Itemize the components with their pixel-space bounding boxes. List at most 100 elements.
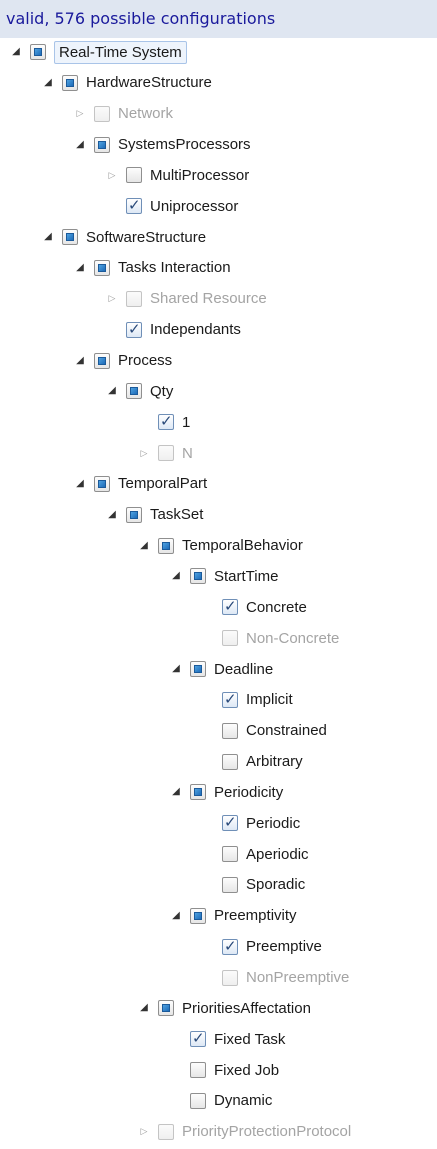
tree-node-priorityprotectionprotocol[interactable]: ▷ PriorityProtectionProtocol <box>137 1117 352 1147</box>
unchecked-checkbox[interactable] <box>222 876 238 893</box>
tree-node-fixed-task[interactable]: Fixed Task <box>190 1024 285 1054</box>
checked-checkbox[interactable] <box>222 937 238 955</box>
tree-node-concrete[interactable]: Concrete <box>222 592 307 622</box>
expand-arrow-icon[interactable]: ▷ <box>105 168 119 182</box>
tree-node-starttime[interactable]: ◢ StartTime <box>169 561 278 591</box>
tree-node-systemsprocessors[interactable]: ◢ SystemsProcessors <box>73 130 251 160</box>
unchecked-checkbox[interactable] <box>222 969 238 986</box>
tree-node-sporadic[interactable]: Sporadic <box>222 870 305 900</box>
tree-node-taskset[interactable]: ◢ TaskSet <box>105 500 203 530</box>
tree-node-label: StartTime <box>214 567 279 585</box>
partial-checkbox[interactable] <box>30 44 46 60</box>
tree-node-qty[interactable]: ◢ Qty <box>105 376 173 406</box>
tree-node-prioritiesaffectation[interactable]: ◢ PrioritiesAffectation <box>137 993 311 1023</box>
expand-arrow-icon[interactable]: ▷ <box>73 107 87 121</box>
tree-node-non-concrete[interactable]: Non-Concrete <box>222 623 339 653</box>
partial-checkbox[interactable] <box>62 229 78 246</box>
partial-checkbox[interactable] <box>190 907 206 924</box>
tree-node-implicit[interactable]: Implicit <box>222 685 293 715</box>
unchecked-checkbox[interactable] <box>190 1062 206 1079</box>
partial-checkbox[interactable] <box>94 136 110 153</box>
tree-node-periodic[interactable]: Periodic <box>222 808 300 838</box>
tree-node-label: Preemptivity <box>214 907 297 925</box>
unchecked-checkbox[interactable] <box>158 1123 174 1140</box>
tree-node-label: TaskSet <box>150 506 204 524</box>
collapse-arrow-icon[interactable]: ◢ <box>137 1001 151 1015</box>
tree-node-multiprocessor[interactable]: ▷ MultiProcessor <box>105 160 250 190</box>
tree-node-label: Dynamic <box>214 1092 273 1110</box>
tree-node-1[interactable]: 1 <box>158 407 190 437</box>
tree-node-aperiodic[interactable]: Aperiodic <box>222 839 309 869</box>
partial-checkbox[interactable] <box>158 537 174 554</box>
unchecked-checkbox[interactable] <box>222 846 238 863</box>
partial-checkbox[interactable] <box>190 661 206 677</box>
unchecked-checkbox[interactable] <box>222 722 238 739</box>
tree-node-label: Arbitrary <box>246 753 303 771</box>
tree-node-deadline[interactable]: ◢ Deadline <box>169 654 273 684</box>
collapse-arrow-icon[interactable]: ◢ <box>169 909 183 923</box>
checked-checkbox[interactable] <box>222 813 238 832</box>
tree-node-label: Process <box>118 352 173 369</box>
partial-checkbox[interactable] <box>94 259 110 276</box>
checked-checkbox[interactable] <box>126 196 142 215</box>
collapse-arrow-icon[interactable]: ◢ <box>137 539 151 553</box>
unchecked-checkbox[interactable] <box>190 1092 206 1109</box>
collapse-arrow-icon[interactable]: ◢ <box>41 230 55 244</box>
collapse-arrow-icon[interactable]: ◢ <box>169 569 183 583</box>
partial-checkbox[interactable] <box>62 74 78 91</box>
checked-checkbox[interactable] <box>126 320 142 338</box>
collapse-arrow-icon[interactable]: ◢ <box>73 477 87 491</box>
tree-node-temporalbehavior[interactable]: ◢ TemporalBehavior <box>137 531 303 561</box>
tree-node-arbitrary[interactable]: Arbitrary <box>222 747 303 777</box>
collapse-arrow-icon[interactable]: ◢ <box>73 138 87 152</box>
collapse-arrow-icon[interactable]: ◢ <box>105 384 119 398</box>
collapse-arrow-icon[interactable]: ◢ <box>73 354 87 368</box>
unchecked-checkbox[interactable] <box>94 105 110 122</box>
tree-node-fixed-job[interactable]: Fixed Job <box>190 1055 279 1085</box>
tree-node-label: SystemsProcessors <box>118 136 251 154</box>
tree-node-shared-resource[interactable]: ▷ Shared Resource <box>105 284 267 314</box>
expand-arrow-icon[interactable]: ▷ <box>105 292 119 306</box>
checked-checkbox[interactable] <box>190 1029 206 1048</box>
tree-node-softwarestructure[interactable]: ◢ SoftwareStructure <box>41 222 206 252</box>
checked-checkbox[interactable] <box>222 597 238 616</box>
tree-node-tasks-interaction[interactable]: ◢ Tasks Interaction <box>73 253 230 283</box>
tree-node-nonpreemptive[interactable]: NonPreemptive <box>222 963 349 993</box>
tree-node-process[interactable]: ◢ Process <box>73 346 172 376</box>
collapse-arrow-icon[interactable]: ◢ <box>41 76 55 90</box>
tree-node-independants[interactable]: Independants <box>126 315 241 345</box>
partial-checkbox[interactable] <box>158 1000 174 1017</box>
partial-checkbox[interactable] <box>190 784 206 801</box>
collapse-arrow-icon[interactable]: ◢ <box>169 662 183 676</box>
partial-checkbox[interactable] <box>126 383 142 400</box>
checked-checkbox[interactable] <box>158 412 174 431</box>
tree-node-uniprocessor[interactable]: Uniprocessor <box>126 191 238 221</box>
tree-node-n[interactable]: ▷ N <box>137 438 193 468</box>
partial-checkbox[interactable] <box>94 475 110 492</box>
unchecked-checkbox[interactable] <box>158 445 174 462</box>
unchecked-checkbox[interactable] <box>126 167 142 184</box>
expand-arrow-icon[interactable]: ▷ <box>137 1125 151 1139</box>
tree-node-constrained[interactable]: Constrained <box>222 716 327 746</box>
tree-node-label: Real-Time System <box>54 40 187 64</box>
collapse-arrow-icon[interactable]: ◢ <box>9 45 23 59</box>
tree-node-real-time-system[interactable]: ◢ Real-Time System <box>9 37 187 67</box>
unchecked-checkbox[interactable] <box>222 630 238 647</box>
collapse-arrow-icon[interactable]: ◢ <box>105 508 119 522</box>
tree-node-preemptivity[interactable]: ◢ Preemptivity <box>169 901 297 931</box>
unchecked-checkbox[interactable] <box>222 753 238 770</box>
tree-node-periodicity[interactable]: ◢ Periodicity <box>169 777 283 807</box>
unchecked-checkbox[interactable] <box>126 290 142 307</box>
expand-arrow-icon[interactable]: ▷ <box>137 446 151 460</box>
tree-node-dynamic[interactable]: Dynamic <box>190 1086 272 1116</box>
tree-node-temporalpart[interactable]: ◢ TemporalPart <box>73 469 207 499</box>
partial-checkbox[interactable] <box>126 506 142 523</box>
partial-checkbox[interactable] <box>190 568 206 585</box>
collapse-arrow-icon[interactable]: ◢ <box>73 261 87 275</box>
tree-node-preemptive[interactable]: Preemptive <box>222 932 322 962</box>
partial-checkbox[interactable] <box>94 352 110 369</box>
tree-node-network[interactable]: ▷ Network <box>73 99 173 129</box>
tree-node-hardwarestructure[interactable]: ◢ HardwareStructure <box>41 68 212 98</box>
checked-checkbox[interactable] <box>222 690 238 708</box>
collapse-arrow-icon[interactable]: ◢ <box>169 785 183 799</box>
